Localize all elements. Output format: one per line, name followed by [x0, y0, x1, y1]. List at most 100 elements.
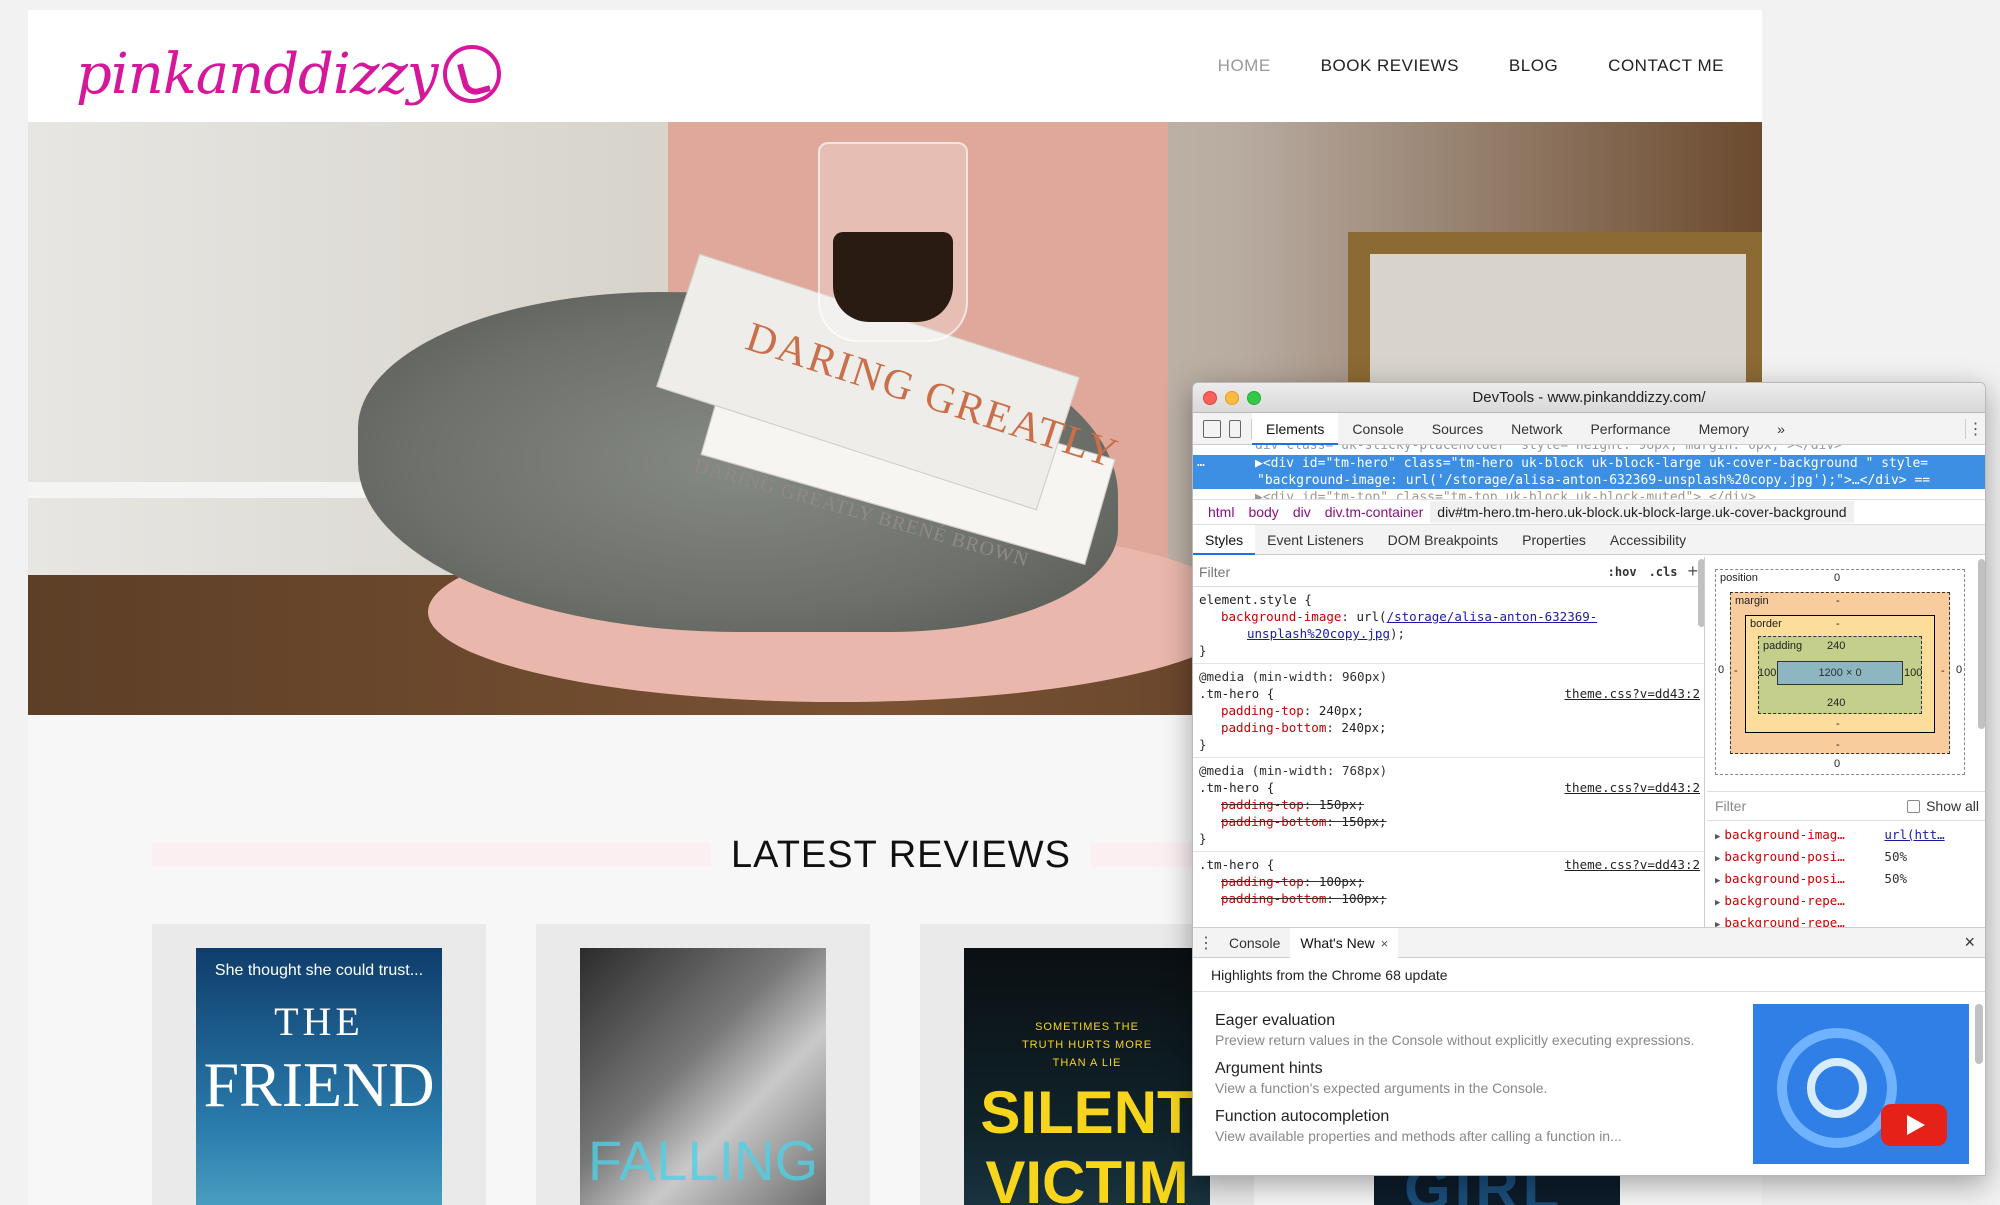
tab-accessibility[interactable]: Accessibility	[1598, 525, 1698, 555]
show-all-toggle[interactable]: Show all	[1907, 798, 1979, 814]
dom-node[interactable]: ▶<div id="tm-top" class="tm-top uk-block…	[1193, 489, 1985, 499]
review-card[interactable]: FALLING	[536, 924, 870, 1205]
rule-declaration[interactable]: background-image: url(/storage/alisa-ant…	[1199, 608, 1698, 625]
expand-arrow-icon[interactable]: ▶	[1715, 876, 1720, 886]
prop-value[interactable]: 240px;	[1319, 703, 1364, 718]
hov-toggle[interactable]: :hov	[1608, 565, 1637, 579]
tab-properties[interactable]: Properties	[1510, 525, 1598, 555]
whats-new-item[interactable]: Function autocompletion View available p…	[1215, 1108, 1695, 1144]
bm-margin-top[interactable]: -	[1836, 595, 1840, 607]
cls-toggle[interactable]: .cls	[1649, 565, 1678, 579]
book-cover-the-friend[interactable]: She thought she could trust... THE FRIEN…	[196, 948, 442, 1205]
styles-filter-input[interactable]	[1199, 563, 1602, 580]
box-pane-scrollbar[interactable]	[1978, 559, 1985, 729]
tab-memory[interactable]: Memory	[1685, 413, 1764, 445]
bg-url-link[interactable]: /storage/alisa-anton-632369-	[1387, 609, 1598, 624]
review-card[interactable]: She thought she could trust... THE FRIEN…	[152, 924, 486, 1205]
whats-new-item[interactable]: Argument hints View a function's expecte…	[1215, 1060, 1695, 1096]
more-tabs-button[interactable]: »	[1763, 413, 1799, 445]
breadcrumb-html[interactable]: html	[1201, 504, 1241, 520]
dom-node-selected-cont[interactable]: "background-image: url('/storage/alisa-a…	[1193, 472, 1985, 489]
bm-position-left[interactable]: 0	[1718, 664, 1724, 676]
bm-margin-left[interactable]: -	[1734, 665, 1738, 677]
nav-blog[interactable]: BLOG	[1509, 56, 1558, 76]
rule-declaration-overridden[interactable]: padding-top: 150px;	[1199, 796, 1698, 813]
prop-value[interactable]: 150px;	[1319, 797, 1364, 812]
bm-content-box[interactable]: 1200 × 0	[1777, 661, 1903, 685]
rule-source-link[interactable]: theme.css?v=dd43:2	[1565, 685, 1700, 702]
close-tab-icon[interactable]: ×	[1381, 936, 1389, 951]
prop-value[interactable]: 100px;	[1319, 874, 1364, 889]
prop-name[interactable]: padding-bottom	[1221, 891, 1326, 906]
whats-new-video-thumbnail[interactable]	[1753, 1004, 1969, 1164]
devtools-menu-icon[interactable]: ⋮	[1965, 418, 1985, 439]
dom-node-menu-icon[interactable]: …	[1197, 455, 1205, 470]
device-toolbar-icon[interactable]	[1229, 419, 1241, 438]
bm-margin-bottom[interactable]: -	[1836, 739, 1840, 751]
nav-book-reviews[interactable]: BOOK REVIEWS	[1321, 56, 1459, 76]
book-cover-falling[interactable]: FALLING	[580, 948, 826, 1205]
rule-declaration-overridden[interactable]: padding-top: 100px;	[1199, 873, 1698, 890]
bm-border-top[interactable]: -	[1836, 618, 1840, 630]
bm-padding-right[interactable]: 100	[1904, 667, 1922, 679]
tab-console[interactable]: Console	[1338, 413, 1417, 445]
nav-contact-me[interactable]: CONTACT ME	[1608, 56, 1724, 76]
expand-arrow-icon[interactable]: ▶	[1715, 832, 1720, 842]
bm-padding-bottom[interactable]: 240	[1827, 697, 1845, 709]
computed-prop-value[interactable]: url(htt…	[1884, 827, 1944, 842]
breadcrumb-tm-container[interactable]: div.tm-container	[1318, 504, 1431, 520]
prop-name[interactable]: background-image	[1221, 609, 1341, 624]
computed-filter-input[interactable]: Filter	[1715, 798, 1746, 814]
prop-name[interactable]: padding-top	[1221, 703, 1304, 718]
new-style-rule-button[interactable]: +	[1687, 561, 1698, 582]
tab-event-listeners[interactable]: Event Listeners	[1255, 525, 1376, 555]
tab-styles[interactable]: Styles	[1193, 524, 1256, 555]
breadcrumb-div[interactable]: div	[1286, 504, 1318, 520]
rule-selector[interactable]: element.style {	[1199, 591, 1698, 608]
prop-value[interactable]: 240px;	[1341, 720, 1386, 735]
prop-name[interactable]: padding-bottom	[1221, 814, 1326, 829]
styles-scrollbar[interactable]	[1698, 559, 1704, 627]
bm-position-bottom[interactable]: 0	[1834, 758, 1840, 770]
prop-name[interactable]: padding-bottom	[1221, 720, 1326, 735]
expand-arrow-icon[interactable]: ▶	[1715, 854, 1720, 864]
nav-home[interactable]: HOME	[1218, 56, 1271, 76]
drawer-tab-whats-new[interactable]: What's New ×	[1290, 927, 1399, 958]
rule-source-link[interactable]: theme.css?v=dd43:2	[1565, 856, 1700, 873]
expand-arrow-icon[interactable]: ▶	[1715, 898, 1720, 908]
show-all-checkbox[interactable]	[1907, 799, 1921, 813]
bm-position-top[interactable]: 0	[1834, 572, 1840, 584]
bm-padding-top[interactable]: 240	[1827, 640, 1845, 652]
bm-position-right[interactable]: 0	[1956, 664, 1962, 676]
prop-name[interactable]: padding-top	[1221, 797, 1304, 812]
rule-declaration[interactable]: padding-bottom: 240px;	[1199, 719, 1698, 736]
expand-arrow-icon[interactable]: ▶	[1715, 920, 1720, 927]
prop-value[interactable]: 100px;	[1341, 891, 1386, 906]
drawer-scrollbar[interactable]	[1975, 1004, 1983, 1064]
tab-network[interactable]: Network	[1497, 413, 1576, 445]
tab-sources[interactable]: Sources	[1418, 413, 1497, 445]
bg-url-link-cont[interactable]: unsplash%20copy.jpg	[1247, 626, 1390, 641]
tab-elements[interactable]: Elements	[1252, 412, 1339, 445]
rule-declaration-overridden[interactable]: padding-bottom: 100px;	[1199, 890, 1698, 907]
dom-node-selected[interactable]: ▶<div id="tm-hero" class="tm-hero uk-blo…	[1193, 455, 1985, 472]
prop-name[interactable]: padding-top	[1221, 874, 1304, 889]
rule-source-link[interactable]: theme.css?v=dd43:2	[1565, 779, 1700, 796]
bm-padding-left[interactable]: 100	[1758, 667, 1776, 679]
devtools-titlebar[interactable]: DevTools - www.pinkanddizzy.com/	[1193, 383, 1985, 413]
prop-value[interactable]: 150px;	[1341, 814, 1386, 829]
close-drawer-icon[interactable]: ×	[1964, 932, 1975, 953]
drawer-tab-console[interactable]: Console	[1219, 928, 1290, 958]
whats-new-item[interactable]: Eager evaluation Preview return values i…	[1215, 1012, 1695, 1048]
rule-declaration-overridden[interactable]: padding-bottom: 150px;	[1199, 813, 1698, 830]
youtube-play-icon[interactable]	[1881, 1104, 1947, 1146]
site-logo[interactable]: pinkanddizzy	[76, 34, 502, 114]
book-cover-silent-victim[interactable]: SOMETIMES THE TRUTH HURTS MORE THAN A LI…	[964, 948, 1210, 1205]
computed-prop[interactable]: ▶ background-imag… url(htt…	[1707, 825, 1985, 847]
bm-margin-right[interactable]: -	[1941, 665, 1945, 677]
inspect-element-icon[interactable]	[1203, 419, 1221, 438]
drawer-menu-icon[interactable]: ⋮	[1193, 933, 1219, 953]
dom-node[interactable]: div class="uk-sticky-placeholder" style=…	[1193, 445, 1985, 454]
breadcrumb-body[interactable]: body	[1241, 504, 1285, 520]
computed-prop[interactable]: ▶ background-repe…	[1707, 891, 1985, 913]
